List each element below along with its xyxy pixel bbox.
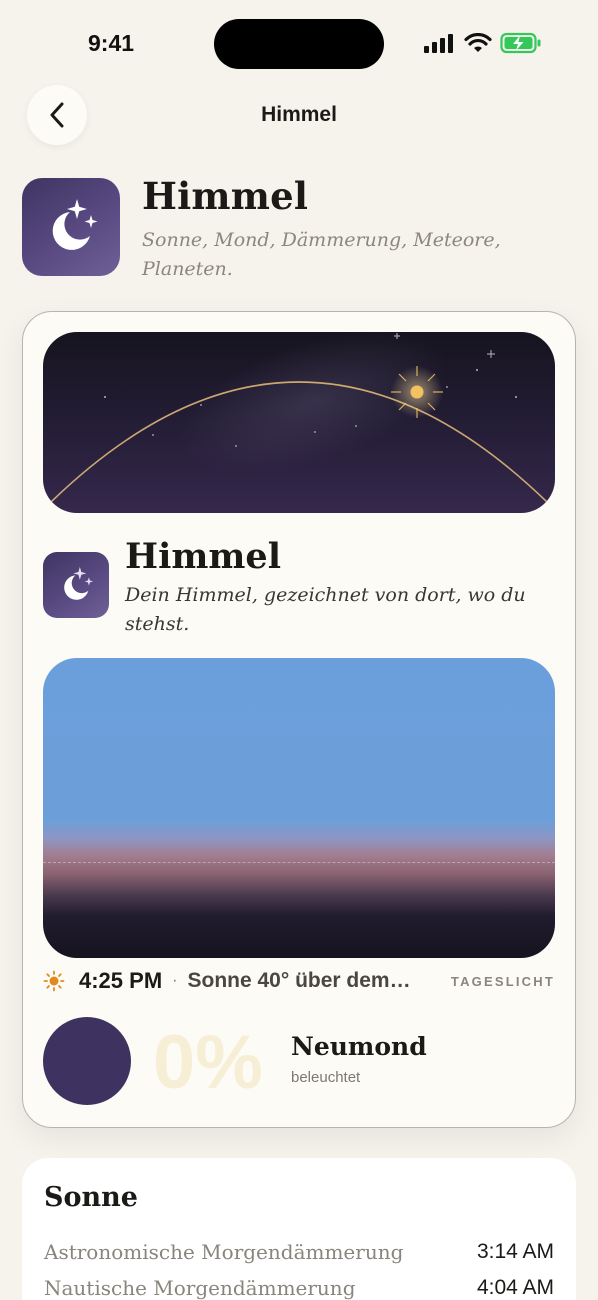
widget-app-icon [43,552,109,618]
sun-time-label: Nautische Morgendämmerung [44,1276,356,1300]
star [104,396,106,398]
wifi-icon [464,33,492,52]
sun-position-text: Sonne 40° über dem Horizont [187,969,411,992]
sun-time-row: Astronomische Morgendämmerung 3:14 AM [44,1236,554,1268]
nav-title: Himmel [261,103,337,126]
moon-illumination-percent: 0% [153,1020,263,1105]
sun-times-card: Sonne Astronomische Morgendämmerung 3:14… [22,1158,576,1300]
daylight-badge: TAGESLICHT [450,973,555,989]
sun-icon [43,970,65,992]
sun-time-value: 4:04 AM [476,1276,554,1299]
widget-subtitle: Dein Himmel, gezeichnet von dort, wo du … [125,584,526,635]
battery-charging-icon [500,32,541,54]
star [235,445,237,447]
status-icons [424,32,542,54]
star [476,369,478,371]
star [355,425,357,427]
star [446,386,448,388]
sun-status-row: 4:25 PM · Sonne 40° über dem Horizont TA… [43,966,555,996]
star [487,350,495,358]
sun-icon [391,366,443,418]
star [314,431,316,433]
sun-time-row: Nautische Morgendämmerung 4:04 AM [44,1272,554,1300]
separator-dot: · [172,972,178,989]
moon-phase-name: Neumond [291,1032,427,1061]
sky-view [43,658,555,958]
moon-phase-disc [43,1017,131,1105]
sun-arc-illustration [50,332,548,503]
page-subtitle: Sonne, Mond, Dämmerung, Meteore, Planete… [142,229,501,280]
status-time: 9:41 [88,30,135,56]
moon-stars-icon [52,199,98,250]
current-time: 4:25 PM [79,968,163,993]
status-bar: 9:41 [0,0,598,88]
app-icon [22,178,120,276]
sky-widget-card[interactable]: Himmel Dein Himmel, gezeichnet von dort,… [22,311,576,1128]
sun-card-title: Sonne [44,1182,138,1213]
cellular-signal-icon [424,34,453,53]
dynamic-island [214,19,384,69]
moon-illumination-caption: beleuchtet [291,1069,361,1086]
sun-time-value: 3:14 AM [476,1240,554,1263]
star [200,404,202,406]
page-title: Himmel [142,174,309,218]
sun-time-label: Astronomische Morgendämmerung [44,1240,404,1264]
horizon-line [43,862,555,863]
widget-title: Himmel [125,536,281,577]
sun-arc-panel [43,332,555,513]
moon-stars-icon [64,566,94,600]
star [152,434,154,436]
star [515,396,517,398]
